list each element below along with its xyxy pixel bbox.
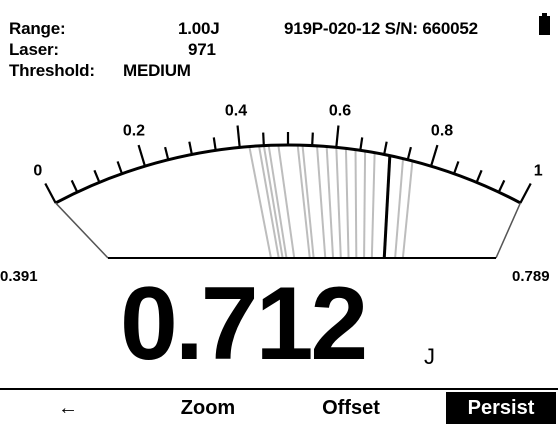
history-line [267, 145, 288, 259]
reading-unit: J [424, 344, 435, 369]
gauge-tick [262, 132, 265, 146]
gauge-tick [383, 141, 388, 155]
gauge-tick [188, 141, 193, 155]
zoom-min-label: 0.391 [0, 268, 38, 285]
gauge-tick [497, 179, 506, 193]
history-line [363, 151, 367, 259]
gauge-tick [212, 137, 217, 151]
gauge-lower-left-edge [55, 202, 109, 259]
history-line [344, 148, 350, 259]
history-line [401, 160, 414, 259]
gauge-tick [335, 125, 340, 148]
history-line [325, 146, 335, 259]
gauge-scale-label: 1 [534, 162, 543, 179]
history-line [394, 158, 405, 259]
gauge-tick [359, 137, 364, 151]
gauge-tick [93, 169, 101, 183]
reading-value: 0.712 [120, 266, 368, 382]
persist-button[interactable]: Persist [446, 392, 556, 424]
history-line [354, 149, 358, 259]
gauge-scale-label: 0.2 [123, 123, 145, 140]
gauge-tick [236, 125, 241, 148]
gauge-tick [164, 146, 170, 160]
gauge-scale-label: 0.6 [329, 103, 351, 120]
gauge-tick [116, 161, 123, 175]
gauge-arc [54, 143, 522, 205]
gauge-tick [406, 146, 412, 160]
back-button[interactable]: ← [48, 392, 88, 424]
gauge-tick [430, 144, 439, 167]
gauge-scale-label: 0.4 [225, 103, 247, 120]
history-line [258, 145, 280, 259]
left-arrow-icon: ← [58, 397, 78, 419]
gauge-ticks [44, 125, 532, 204]
offset-button[interactable]: Offset [306, 392, 396, 424]
gauge-tick [519, 182, 532, 204]
zoom-button[interactable]: Zoom [168, 392, 248, 424]
gauge-needle [382, 155, 392, 259]
gauge-lower-right-edge [495, 202, 522, 259]
history-line [335, 147, 342, 259]
gauge-scale-label: 0.8 [431, 123, 453, 140]
zoom-max-label: 0.789 [512, 268, 550, 285]
meter-gauge: 0 0.2 0.4 0.6 0.8 1 [33, 103, 543, 259]
gauge-tick [475, 169, 483, 183]
gauge-tick [44, 182, 57, 204]
gauge-tick [137, 144, 146, 167]
gauge-tick [70, 179, 79, 193]
gauge-tick [311, 132, 314, 146]
gauge-scale-label: 0 [33, 162, 42, 179]
gauge-tick [453, 161, 460, 175]
softkey-divider [0, 388, 558, 390]
history-line [316, 145, 327, 259]
history-line [370, 152, 376, 259]
